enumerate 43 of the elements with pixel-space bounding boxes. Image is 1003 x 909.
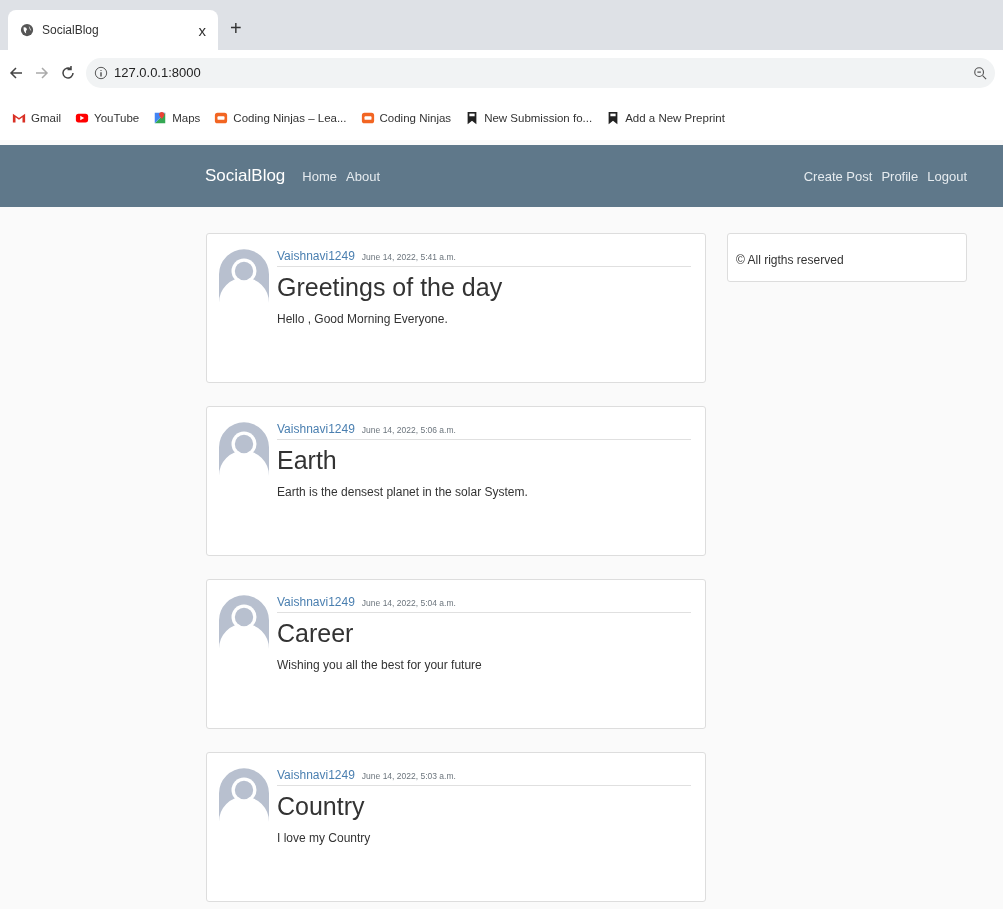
bookmark-item[interactable]: Maps (153, 110, 201, 125)
author-link[interactable]: Vaishnavi1249 (277, 768, 355, 782)
post-content: Wishing you all the best for your future (277, 658, 483, 672)
post-date: June 14, 2022, 5:04 a.m. (361, 598, 456, 608)
post-title[interactable]: Greetings of the day (277, 273, 691, 302)
back-icon[interactable] (8, 64, 24, 81)
bookmark-item[interactable]: Coding Ninjas – Lea... (214, 110, 347, 125)
browser-tab[interactable]: SocialBlog x (8, 10, 218, 50)
tab-close-button[interactable]: x (198, 21, 206, 39)
post-date: June 14, 2022, 5:03 a.m. (361, 771, 456, 781)
reload-icon[interactable] (60, 64, 76, 81)
nav-link[interactable]: About (346, 168, 380, 184)
nav-link[interactable]: Home (302, 168, 337, 184)
nav-link[interactable]: Profile (881, 168, 919, 184)
post-date: June 14, 2022, 5:06 a.m. (361, 425, 456, 435)
nav-link[interactable]: Create Post (803, 168, 873, 184)
author-link[interactable]: Vaishnavi1249 (277, 422, 355, 436)
post-content: Hello , Good Morning Everyone. (277, 312, 449, 326)
zoom-icon[interactable] (973, 65, 987, 80)
post-content: I love my Country (277, 831, 372, 845)
bookmark-item[interactable]: YouTube (75, 110, 140, 125)
post-content: Earth is the densest planet in the solar System. (277, 485, 529, 499)
post-title[interactable]: Career (277, 619, 691, 648)
post-date: June 14, 2022, 5:41 a.m. (361, 252, 456, 262)
bookmark-item[interactable]: Add a New Preprint (606, 110, 725, 125)
info-icon (94, 65, 108, 80)
bookmark-item[interactable]: Coding Ninjas (360, 110, 452, 125)
post-title[interactable]: Country (277, 792, 691, 821)
ninja-logo-icon (360, 110, 375, 125)
author-link[interactable]: Vaishnavi1249 (277, 249, 355, 263)
nav-link[interactable]: Logout (927, 168, 967, 184)
bookmark-item[interactable]: Gmail (12, 110, 62, 125)
brand-link[interactable]: SocialBlog (205, 166, 286, 186)
globe-icon (20, 23, 34, 37)
map-pin-icon (153, 110, 168, 125)
copyright-text: © All rigths reserved (736, 253, 844, 267)
new-tab-button[interactable]: + (218, 17, 254, 50)
post-title[interactable]: Earth (277, 446, 691, 475)
author-link[interactable]: Vaishnavi1249 (277, 595, 355, 609)
ninja-logo-icon (214, 110, 229, 125)
tab-title: SocialBlog (42, 23, 100, 37)
bookmark-item[interactable]: New Submission fo... (465, 110, 593, 125)
address-bar[interactable]: 127.0.0.1:8000 (86, 57, 995, 88)
